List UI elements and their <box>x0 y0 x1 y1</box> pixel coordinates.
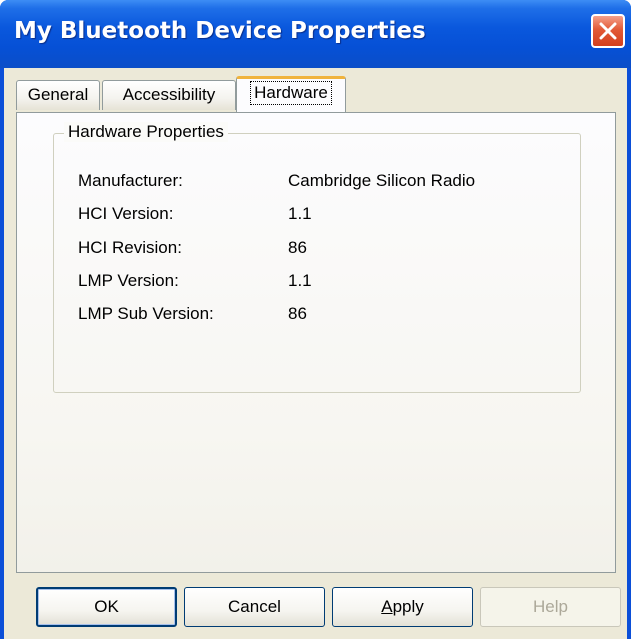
property-value: 1.1 <box>288 204 312 223</box>
property-label: HCI Version: <box>78 204 174 223</box>
group-title: Hardware Properties <box>64 122 228 142</box>
property-label: HCI Revision: <box>78 238 182 257</box>
property-value: Cambridge Silicon Radio <box>288 171 476 190</box>
ok-button-label: OK <box>94 597 119 616</box>
tab-hardware-label: Hardware <box>250 81 332 105</box>
property-label: LMP Version: <box>78 271 179 290</box>
window-title: My Bluetooth Device Properties <box>14 18 426 44</box>
property-value: 1.1 <box>288 271 312 290</box>
tab-accessibility[interactable]: Accessibility <box>102 80 236 110</box>
help-button: Help <box>480 587 621 627</box>
ok-button[interactable]: OK <box>36 587 177 627</box>
tab-general-label: General <box>27 85 89 104</box>
cancel-button[interactable]: Cancel <box>184 587 325 627</box>
close-button[interactable] <box>591 14 625 48</box>
property-value: 86 <box>288 238 307 257</box>
tab-accessibility-label: Accessibility <box>122 85 216 104</box>
tab-hardware[interactable]: Hardware <box>236 76 346 112</box>
tab-general[interactable]: General <box>16 80 100 110</box>
property-value: 86 <box>288 304 307 323</box>
close-x-icon <box>599 22 617 40</box>
apply-button-label: Apply <box>381 597 424 616</box>
cancel-button-label: Cancel <box>228 597 281 616</box>
hardware-tab-panel: Hardware Properties Manufacturer: Cambri… <box>16 112 616 573</box>
property-label: Manufacturer: <box>78 171 183 190</box>
dialog-window: My Bluetooth Device Properties General A… <box>0 0 631 639</box>
help-button-label: Help <box>533 597 568 616</box>
hardware-properties-group: Hardware Properties Manufacturer: Cambri… <box>53 122 581 393</box>
property-label: LMP Sub Version: <box>78 304 214 323</box>
apply-button[interactable]: Apply <box>332 587 473 627</box>
dialog-client-area: General Accessibility Hardware Hardware … <box>4 68 627 639</box>
title-bar[interactable]: My Bluetooth Device Properties <box>0 0 631 68</box>
